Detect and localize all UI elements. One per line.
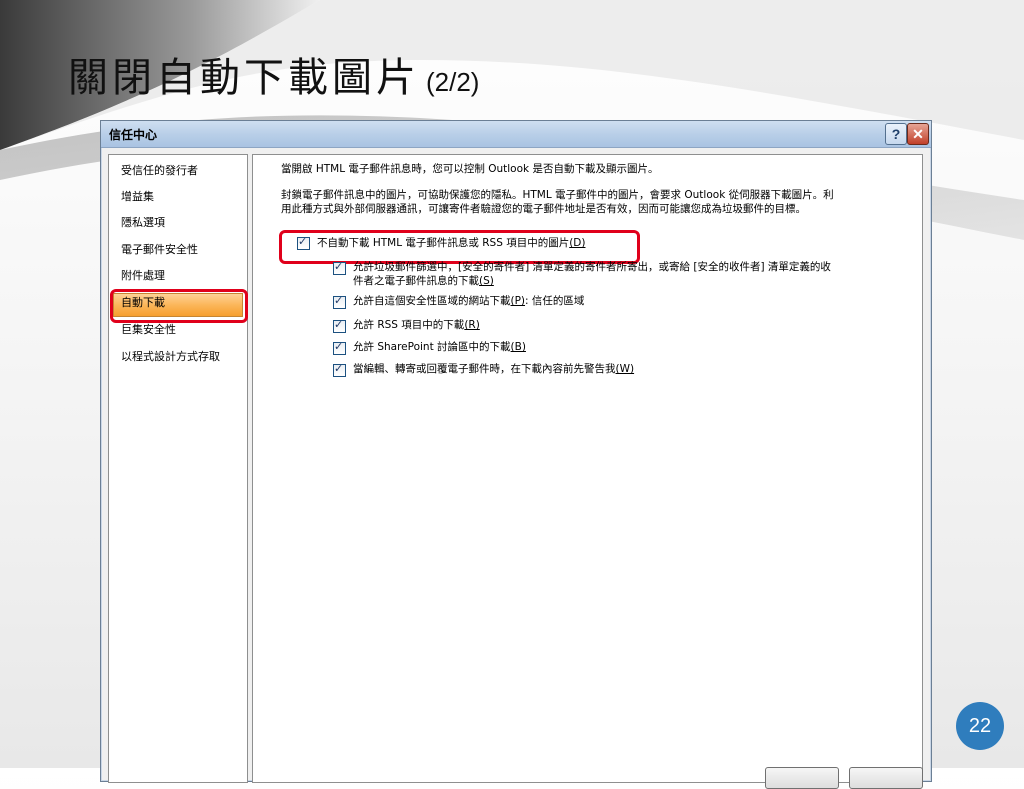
sharepoint-download-mnemonic: (B): [510, 341, 526, 353]
block-pictures-mnemonic: (D): [569, 237, 586, 249]
block-pictures-label[interactable]: 不自動下載 HTML 電子郵件訊息或 RSS 項目中的圖片(D): [317, 236, 585, 250]
rss-download-mnemonic: (R): [464, 319, 480, 331]
security-zone-text: 允許自這個安全性區域的網站下載: [353, 295, 511, 307]
cancel-button[interactable]: [849, 767, 923, 789]
security-zone-mnemonic: (P): [510, 295, 526, 307]
intro-text: 當開啟 HTML 電子郵件訊息時，您可以控制 Outlook 是否自動下載及顯示…: [281, 163, 659, 175]
safe-senders-label-line-2[interactable]: 件者之電子郵件訊息的下載(S): [353, 274, 494, 288]
sharepoint-download-checkbox[interactable]: [333, 340, 346, 355]
help-button[interactable]: ?: [885, 123, 907, 145]
nav-item-attachment-handling[interactable]: 附件處理: [121, 266, 165, 286]
rss-download-label[interactable]: 允許 RSS 項目中的下載(R): [353, 318, 480, 332]
safe-senders-checkbox[interactable]: [333, 260, 346, 275]
nav-item-programmatic-access[interactable]: 以程式設計方式存取: [121, 347, 220, 367]
sharepoint-download-text: 允許 SharePoint 討論區中的下載: [353, 341, 511, 353]
slide-title-suffix: (2/2): [426, 67, 480, 97]
dialog-titlebar: 信任中心 ? ✕: [101, 121, 931, 148]
warn-before-download-checkbox[interactable]: [333, 362, 346, 377]
security-zone-checkbox[interactable]: [333, 294, 346, 309]
slide-title-text: 關閉自動下載圖片: [68, 55, 420, 101]
rss-download-checkbox[interactable]: [333, 318, 346, 333]
warn-before-download-mnemonic: (W): [615, 363, 635, 375]
rss-download-text: 允許 RSS 項目中的下載: [353, 319, 465, 331]
nav-item-email-security[interactable]: 電子郵件安全性: [121, 240, 198, 260]
description-line-2: 用此種方式與外部伺服器通訊，可讓寄件者驗證您的電子郵件地址是否有效，因而可能讓您…: [281, 203, 806, 215]
category-nav: 受信任的發行者 增益集 隱私選項 電子郵件安全性 附件處理 自動下載 巨集安全性…: [108, 154, 248, 783]
nav-item-trusted-publishers[interactable]: 受信任的發行者: [121, 161, 198, 181]
warn-before-download-label[interactable]: 當編輯、轉寄或回覆電子郵件時，在下載內容前先警告我(W): [353, 362, 634, 376]
block-pictures-checkbox[interactable]: [297, 235, 310, 250]
warn-before-download-text: 當編輯、轉寄或回覆電子郵件時，在下載內容前先警告我: [353, 363, 616, 375]
nav-item-privacy-options[interactable]: 隱私選項: [121, 213, 165, 233]
settings-panel: 當開啟 HTML 電子郵件訊息時，您可以控制 Outlook 是否自動下載及顯示…: [252, 154, 923, 783]
close-button[interactable]: ✕: [907, 123, 929, 145]
safe-senders-text: 件者之電子郵件訊息的下載: [353, 275, 479, 287]
dialog-title: 信任中心: [109, 128, 158, 142]
nav-item-automatic-download[interactable]: 自動下載: [121, 293, 165, 313]
sharepoint-download-label[interactable]: 允許 SharePoint 討論區中的下載(B): [353, 340, 526, 354]
nav-item-macro-security[interactable]: 巨集安全性: [121, 320, 176, 340]
security-zone-suffix: : 信任的區域: [525, 295, 585, 307]
page-number-badge: 22: [956, 702, 1004, 750]
security-zone-label[interactable]: 允許自這個安全性區域的網站下載(P): 信任的區域: [353, 294, 584, 308]
block-pictures-text: 不自動下載 HTML 電子郵件訊息或 RSS 項目中的圖片: [317, 237, 570, 249]
safe-senders-mnemonic: (S): [479, 275, 494, 287]
ok-button[interactable]: [765, 767, 839, 789]
trust-center-dialog: 信任中心 ? ✕ 受信任的發行者 增益集 隱私選項 電子郵件安全性 附件處理 自…: [100, 120, 932, 789]
nav-item-add-ins[interactable]: 增益集: [121, 187, 154, 207]
description-line-1: 封鎖電子郵件訊息中的圖片，可協助保護您的隱私。HTML 電子郵件中的圖片，會要求…: [281, 189, 834, 201]
safe-senders-label-line-1[interactable]: 允許垃圾郵件篩選中，[安全的寄件者] 清單定義的寄件者所寄出，或寄給 [安全的收…: [353, 260, 831, 274]
slide-title: 關閉自動下載圖片 (2/2): [68, 48, 479, 108]
